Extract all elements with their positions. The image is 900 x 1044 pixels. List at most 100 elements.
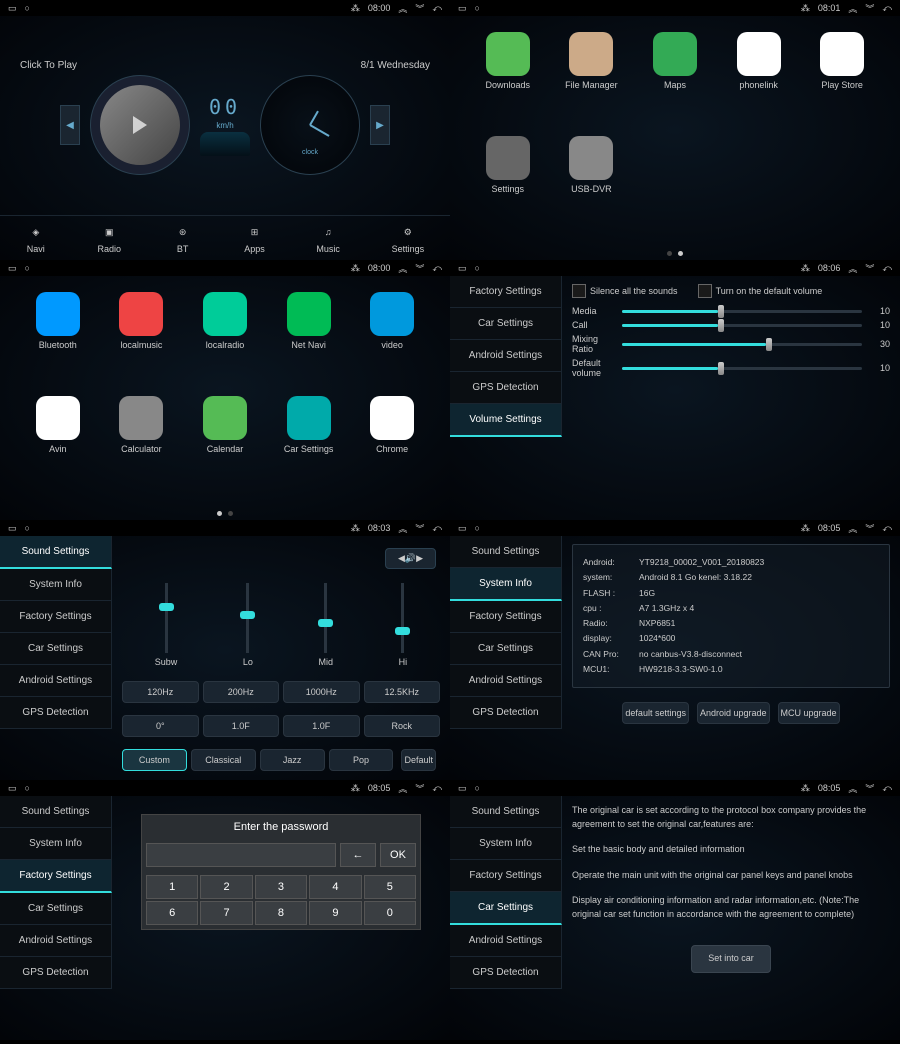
sidebar-item-system-info[interactable]: System Info [0, 569, 112, 601]
set-into-car-button[interactable]: Set into car [691, 945, 771, 973]
app-file-manager[interactable]: File Manager [554, 32, 630, 128]
sidebar-item-android-settings[interactable]: Android Settings [0, 665, 112, 697]
play-icon[interactable] [133, 116, 147, 134]
app-chrome[interactable]: Chrome [354, 396, 430, 492]
sidebar-item-android-settings[interactable]: Android Settings [450, 925, 562, 957]
preset-10f[interactable]: 1.0F [283, 715, 360, 737]
numkey-3[interactable]: 3 [255, 875, 307, 899]
mixing-ratio-slider[interactable] [622, 343, 862, 346]
media-slider[interactable] [622, 310, 862, 313]
preset-classical[interactable]: Classical [191, 749, 256, 771]
app-video[interactable]: video [354, 292, 430, 388]
app-bluetooth[interactable]: Bluetooth [20, 292, 96, 388]
sidebar-item-gps-detection[interactable]: GPS Detection [0, 957, 112, 989]
eq-lo-slider[interactable] [246, 583, 249, 653]
preset-pop[interactable]: Pop [329, 749, 394, 771]
apps-button[interactable]: ⊞Apps [244, 222, 265, 254]
sidebar-item-car-settings[interactable]: Car Settings [450, 892, 562, 925]
app-net-navi[interactable]: Net Navi [271, 292, 347, 388]
up-icon[interactable]: ︽ [398, 2, 407, 15]
sidebar-item-android-settings[interactable]: Android Settings [450, 340, 562, 372]
default-volume-slider[interactable] [622, 367, 862, 370]
default-settings-button[interactable]: default settings [622, 702, 689, 724]
sidebar-item-car-settings[interactable]: Car Settings [450, 633, 562, 665]
next-button[interactable]: ▶ [370, 105, 390, 145]
password-input[interactable] [146, 843, 336, 867]
app-calculator[interactable]: Calculator [104, 396, 180, 492]
sidebar-item-factory-settings[interactable]: Factory Settings [0, 601, 112, 633]
sidebar-item-factory-settings[interactable]: Factory Settings [450, 601, 562, 633]
sidebar-item-system-info[interactable]: System Info [450, 828, 562, 860]
sidebar-item-android-settings[interactable]: Android Settings [0, 925, 112, 957]
numkey-6[interactable]: 6 [146, 901, 198, 925]
preset-1000hz[interactable]: 1000Hz [283, 681, 360, 703]
app-localradio[interactable]: localradio [187, 292, 263, 388]
home-icon[interactable]: ○ [25, 3, 30, 14]
sidebar-item-gps-detection[interactable]: GPS Detection [450, 372, 562, 404]
prev-button[interactable]: ◀ [60, 105, 80, 145]
music-gauge[interactable] [90, 75, 190, 175]
numkey-1[interactable]: 1 [146, 875, 198, 899]
sidebar-item-car-settings[interactable]: Car Settings [450, 308, 562, 340]
preset-10f[interactable]: 1.0F [203, 715, 280, 737]
radio-button[interactable]: ▣Radio [97, 222, 121, 254]
preset-120hz[interactable]: 120Hz [122, 681, 199, 703]
speaker-button[interactable]: ◀🔊▶ [385, 548, 436, 569]
sidebar-item-factory-settings[interactable]: Factory Settings [450, 860, 562, 892]
call-slider[interactable] [622, 324, 862, 327]
sidebar-item-gps-detection[interactable]: GPS Detection [450, 957, 562, 989]
sidebar-item-android-settings[interactable]: Android Settings [450, 665, 562, 697]
eq-subw-slider[interactable] [165, 583, 168, 653]
app-play-store[interactable]: Play Store [804, 32, 880, 128]
ok-key[interactable]: OK [380, 843, 416, 867]
numkey-4[interactable]: 4 [309, 875, 361, 899]
navi-button[interactable]: ◈Navi [26, 222, 46, 254]
app-usb-dvr[interactable]: USB-DVR [554, 136, 630, 232]
eq-hi-slider[interactable] [401, 583, 404, 653]
preset-rock[interactable]: Rock [364, 715, 441, 737]
preset-200hz[interactable]: 200Hz [203, 681, 280, 703]
bt-button[interactable]: ⊛BT [173, 222, 193, 254]
app-avin[interactable]: Avin [20, 396, 96, 492]
settings-button[interactable]: ⚙Settings [392, 222, 425, 254]
click-to-play[interactable]: Click To Play [20, 60, 77, 71]
sidebar-item-volume-settings[interactable]: Volume Settings [450, 404, 562, 437]
numkey-2[interactable]: 2 [200, 875, 252, 899]
preset-125khz[interactable]: 12.5KHz [364, 681, 441, 703]
back-icon[interactable]: ⤺ [432, 3, 442, 14]
sidebar-item-gps-detection[interactable]: GPS Detection [450, 697, 562, 729]
silence-checkbox[interactable]: Silence all the sounds [572, 284, 678, 298]
preset-jazz[interactable]: Jazz [260, 749, 325, 771]
sidebar-item-sound-settings[interactable]: Sound Settings [450, 536, 562, 568]
app-settings[interactable]: Settings [470, 136, 546, 232]
sidebar-item-car-settings[interactable]: Car Settings [0, 633, 112, 665]
app-localmusic[interactable]: localmusic [104, 292, 180, 388]
numkey-8[interactable]: 8 [255, 901, 307, 925]
recent-icon[interactable]: ▭ [8, 3, 17, 14]
sidebar-item-sound-settings[interactable]: Sound Settings [0, 796, 112, 828]
sidebar-item-gps-detection[interactable]: GPS Detection [0, 697, 112, 729]
sidebar-item-factory-settings[interactable]: Factory Settings [450, 276, 562, 308]
app-car-settings[interactable]: Car Settings [271, 396, 347, 492]
sidebar-item-system-info[interactable]: System Info [0, 828, 112, 860]
app-maps[interactable]: Maps [637, 32, 713, 128]
default-button[interactable]: Default [401, 749, 436, 771]
backspace-key[interactable]: ← [340, 843, 376, 867]
numkey-9[interactable]: 9 [309, 901, 361, 925]
app-downloads[interactable]: Downloads [470, 32, 546, 128]
preset-0[interactable]: 0° [122, 715, 199, 737]
preset-custom[interactable]: Custom [122, 749, 187, 771]
sidebar-item-sound-settings[interactable]: Sound Settings [450, 796, 562, 828]
down-icon[interactable]: ︾ [415, 2, 424, 15]
sidebar-item-system-info[interactable]: System Info [450, 568, 562, 601]
numkey-0[interactable]: 0 [364, 901, 416, 925]
sidebar-item-car-settings[interactable]: Car Settings [0, 893, 112, 925]
app-phonelink[interactable]: phonelink [721, 32, 797, 128]
default-volume-checkbox[interactable]: Turn on the default volume [698, 284, 823, 298]
numkey-5[interactable]: 5 [364, 875, 416, 899]
sidebar-item-factory-settings[interactable]: Factory Settings [0, 860, 112, 893]
music-button[interactable]: ♫Music [316, 222, 340, 254]
android-upgrade-button[interactable]: Android upgrade [697, 702, 770, 724]
mcu-upgrade-button[interactable]: MCU upgrade [778, 702, 840, 724]
sidebar-item-sound-settings[interactable]: Sound Settings [0, 536, 112, 569]
